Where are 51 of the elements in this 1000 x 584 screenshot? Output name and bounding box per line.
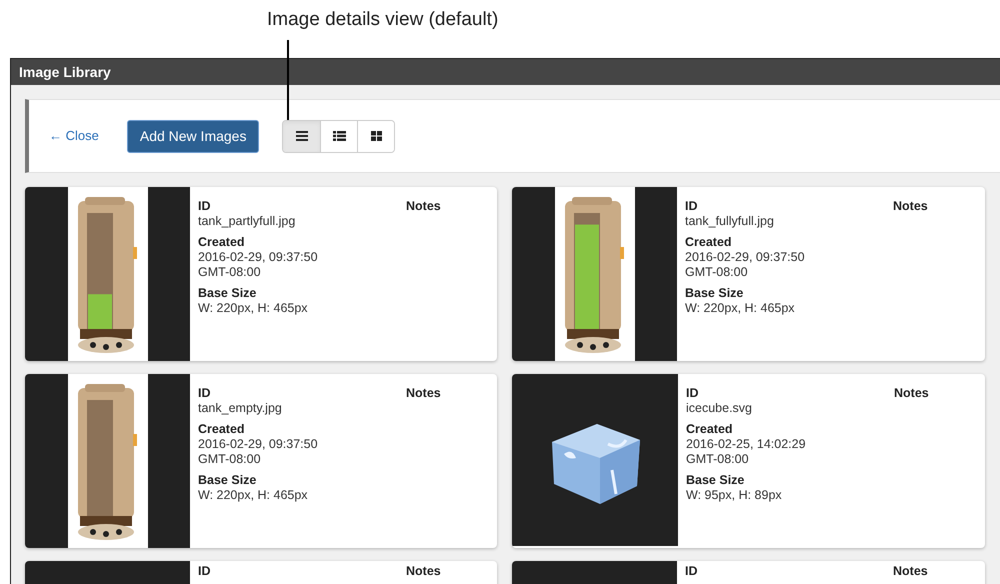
view-toggle-button[interactable] bbox=[357, 120, 394, 152]
field-label: Created bbox=[198, 422, 246, 437]
field-value: GMT-08:00 bbox=[198, 452, 262, 467]
field-value: W: 220px, H: 465px bbox=[198, 488, 309, 503]
field-value: W: 220px, H: 465px bbox=[685, 301, 796, 316]
notes-label: Notes bbox=[893, 199, 928, 214]
list-icon bbox=[296, 131, 308, 141]
field-value: tank_fullyfull.jpg bbox=[685, 214, 775, 229]
image-card[interactable]: ID icecube.svg Created 2016-02-25, 14:02:29 GMT-08:00 Base Size W: 95px, H: 89px Notes bbox=[512, 374, 985, 548]
field-label: Base Size bbox=[686, 473, 746, 488]
image-card[interactable]: ID tank_fullyfull.jpg Created 2016-02-29, 09:37:50 GMT-08:00 Base Size W: 220px, H: 465px Notes bbox=[512, 187, 985, 361]
notes-label: Notes bbox=[406, 199, 441, 214]
callout-label: Image details view (default) bbox=[267, 8, 498, 32]
field-label: ID bbox=[685, 564, 698, 579]
field-value: W: 95px, H: 89px bbox=[686, 488, 783, 503]
field-value: 2016-02-29, 09:37:50 bbox=[685, 250, 806, 265]
notes-label: Notes bbox=[406, 564, 441, 579]
field-value: GMT-08:00 bbox=[685, 265, 749, 280]
field-value: 2016-02-29, 09:37:50 bbox=[198, 250, 319, 265]
field-label: Created bbox=[198, 235, 246, 250]
field-label: Base Size bbox=[685, 286, 744, 301]
field-value: tank_partlyfull.jpg bbox=[198, 214, 296, 229]
image-card[interactable]: ID tank_partlyfull.jpg Created 2016-02-29, 09:37:50 GMT-08:00 Base Size W: 220px, H: 465px Notes bbox=[25, 187, 497, 361]
field-value: 2016-02-29, 09:37:50 bbox=[198, 437, 319, 452]
field-value: icecube.svg bbox=[686, 401, 754, 416]
field-label: ID bbox=[198, 564, 212, 579]
field-label: ID bbox=[198, 199, 212, 214]
field-value: 2016-02-25, 14:02:29 bbox=[686, 437, 807, 452]
details-list-icon bbox=[332, 131, 346, 141]
notes-label: Notes bbox=[406, 386, 441, 401]
add-images-button[interactable]: Add New Images bbox=[126, 120, 260, 152]
image-card[interactable]: ID tank_empty.jpg Created 2016-02-29, 09:37:50 GMT-08:00 Base Size W: 220px, H: 465px Notes bbox=[25, 374, 497, 548]
close-link[interactable]: ← Close bbox=[49, 126, 99, 146]
field-label: ID bbox=[198, 386, 212, 401]
field-label: Created bbox=[686, 422, 734, 437]
field-value: tank_empty.jpg bbox=[198, 401, 283, 416]
window-title: Image Library bbox=[11, 59, 1000, 85]
field-value: W: 220px, H: 465px bbox=[198, 301, 309, 316]
view-toggle-button[interactable] bbox=[283, 120, 320, 152]
field-value: GMT-08:00 bbox=[686, 452, 750, 467]
image-card[interactable]: ID Notes bbox=[25, 561, 497, 584]
field-label: Created bbox=[685, 235, 733, 250]
notes-label: Notes bbox=[893, 564, 928, 579]
notes-label: Notes bbox=[894, 386, 929, 401]
grid-icon bbox=[370, 131, 382, 141]
field-label: ID bbox=[686, 386, 700, 401]
field-label: ID bbox=[685, 199, 698, 214]
field-value: GMT-08:00 bbox=[198, 265, 262, 280]
image-card[interactable]: ID Notes bbox=[512, 561, 985, 584]
field-label: Base Size bbox=[198, 473, 258, 488]
field-label: Base Size bbox=[198, 286, 258, 301]
